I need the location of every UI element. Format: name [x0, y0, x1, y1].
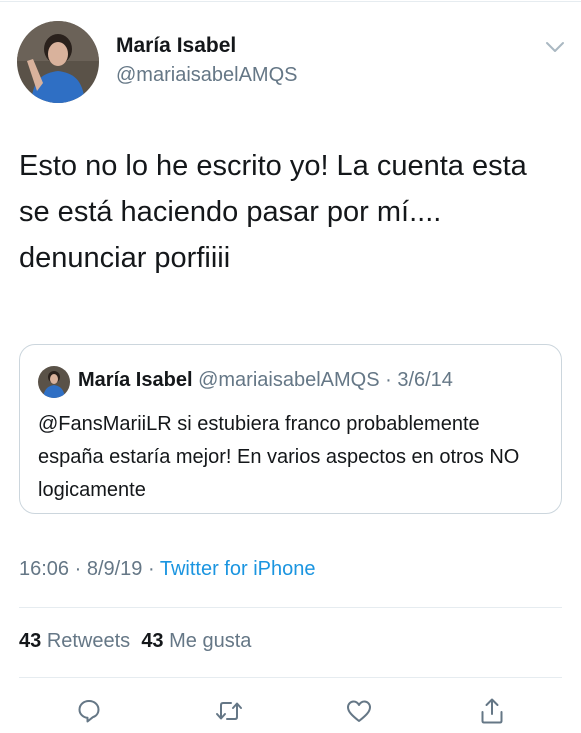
reply-icon[interactable]	[75, 697, 103, 725]
quoted-header: María Isabel @mariaisabelAMQS · 3/6/14	[78, 369, 453, 392]
quoted-author-avatar	[38, 366, 70, 398]
top-divider	[0, 1, 581, 2]
timestamp-row: 16:06 · 8/9/19 · Twitter for iPhone	[19, 558, 315, 581]
retweet-icon[interactable]	[215, 697, 243, 725]
quoted-tweet[interactable]: María Isabel @mariaisabelAMQS · 3/6/14 @…	[19, 344, 562, 514]
tweet-text: Esto no lo he escrito yo! La cuenta esta…	[19, 150, 527, 274]
author-handle[interactable]: @mariaisabelAMQS	[116, 64, 297, 87]
timestamp: 16:06 · 8/9/19 ·	[19, 558, 160, 580]
likes-count[interactable]: 43	[141, 630, 163, 652]
stats-row: 43 Retweets 43 Me gusta	[19, 630, 251, 653]
source-link[interactable]: Twitter for iPhone	[160, 558, 316, 580]
retweets-count[interactable]: 43	[19, 630, 41, 652]
like-icon[interactable]	[345, 697, 373, 725]
share-icon[interactable]	[478, 697, 506, 725]
divider	[19, 607, 562, 608]
quoted-handle-date: @mariaisabelAMQS · 3/6/14	[198, 369, 453, 391]
likes-label[interactable]: Me gusta	[169, 630, 251, 652]
retweets-label[interactable]: Retweets	[47, 630, 130, 652]
author-avatar[interactable]	[17, 21, 99, 103]
author-name[interactable]: María Isabel	[116, 34, 236, 58]
tweet-detail: María Isabel @mariaisabelAMQS Esto no lo…	[0, 0, 581, 733]
quoted-text: @FansMariiLR si estubiera franco probabl…	[38, 413, 520, 501]
chevron-down-icon[interactable]	[545, 40, 565, 54]
divider	[19, 677, 562, 678]
quoted-author-name: María Isabel	[78, 369, 193, 391]
